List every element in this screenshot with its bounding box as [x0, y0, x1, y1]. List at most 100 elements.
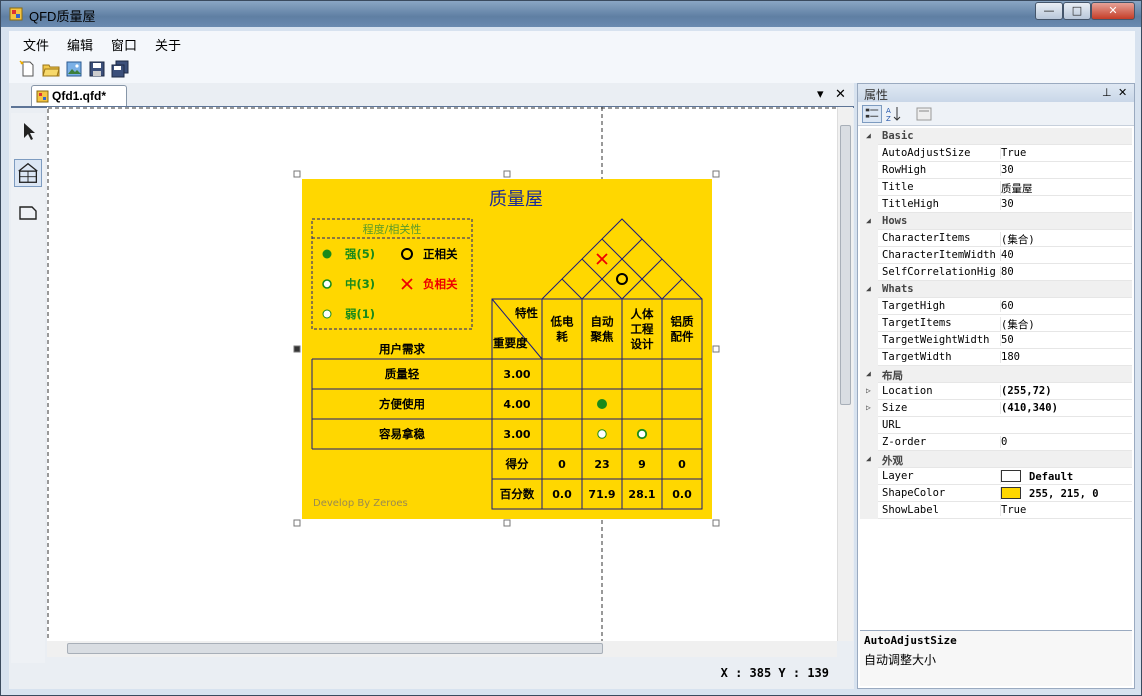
property-value[interactable]: True [1000, 147, 1026, 159]
properties-title: 属性 [864, 88, 889, 102]
legend-weak-icon [322, 309, 332, 319]
property-category[interactable]: ◢ Hows [860, 213, 1132, 230]
handle [712, 170, 720, 178]
legend-medium-icon [322, 279, 332, 289]
property-value[interactable]: (410,340) [1000, 402, 1058, 414]
title-bar[interactable]: QFD质量屋 — □ ✕ [1, 1, 1141, 27]
characteristic-label: 耗 [556, 330, 568, 344]
property-row[interactable]: TargetHigh 60 [860, 298, 1132, 315]
percent-value: 28.1 [628, 488, 655, 501]
menu-file[interactable]: 文件 [23, 35, 49, 54]
property-row[interactable]: ShowLabel True [860, 502, 1132, 519]
property-value[interactable]: 180 [1000, 351, 1020, 363]
property-value[interactable]: 40 [1000, 249, 1014, 261]
expand-icon[interactable]: ▷ [866, 403, 871, 412]
pin-icon[interactable]: ⊥ [1102, 86, 1112, 99]
image-icon[interactable] [65, 60, 83, 78]
collapse-icon[interactable]: ◢ [866, 216, 871, 225]
property-value[interactable]: Default [1000, 470, 1073, 483]
weak-mark [597, 429, 607, 439]
handle [503, 170, 511, 178]
menu-about[interactable]: 关于 [155, 35, 181, 54]
collapse-icon[interactable]: ◢ [866, 131, 871, 140]
property-value[interactable]: 60 [1000, 300, 1014, 312]
hscroll-thumb[interactable] [67, 643, 603, 654]
row-gutter [860, 468, 878, 485]
property-row[interactable]: CharacterItemWidth 40 [860, 247, 1132, 264]
property-value[interactable]: 255, 215, 0 [1000, 487, 1099, 500]
expand-icon[interactable]: ▷ [866, 386, 871, 395]
row-gutter [860, 162, 878, 179]
collapse-icon[interactable]: ◢ [866, 454, 871, 463]
property-row[interactable]: TitleHigh 30 [860, 196, 1132, 213]
app-window: QFD质量屋 — □ ✕ 文件 编辑 窗口 关于 Qfd1.qfd* ▾ ✕ 质… [0, 0, 1142, 696]
save-icon[interactable] [88, 60, 106, 78]
pointer-tool-icon[interactable] [14, 117, 42, 145]
property-value[interactable]: (集合) [1000, 317, 1035, 332]
property-row[interactable]: ▷ Location (255,72) [860, 383, 1132, 400]
property-value[interactable]: (255,72) [1000, 385, 1052, 397]
maximize-button[interactable]: □ [1063, 2, 1091, 20]
document-tab[interactable]: Qfd1.qfd* [31, 85, 127, 107]
open-icon[interactable] [42, 60, 60, 78]
property-name: 外观 [882, 455, 903, 467]
property-value[interactable]: (集合) [1000, 232, 1035, 247]
collapse-icon[interactable]: ◢ [866, 284, 871, 293]
row-gutter [860, 264, 878, 281]
property-category[interactable]: ◢ 外观 [860, 451, 1132, 468]
menu-window[interactable]: 窗口 [111, 35, 137, 54]
row-gutter [860, 434, 878, 451]
properties-toolbar: AZ [858, 102, 1134, 126]
row-gutter [860, 247, 878, 264]
property-row[interactable]: TargetWidth 180 [860, 349, 1132, 366]
vscroll-thumb[interactable] [840, 125, 851, 405]
design-canvas[interactable]: 质量屋 程度/相关性 强(5) 中(3) 弱(1) 正相关 负相关 特性 重要度… [47, 107, 847, 641]
property-category[interactable]: ◢ Basic [860, 128, 1132, 145]
tab-dropdown-button[interactable]: ▾ [817, 87, 824, 102]
property-category[interactable]: ◢ 布局 [860, 366, 1132, 383]
property-value[interactable]: 30 [1000, 198, 1014, 210]
save-all-icon[interactable] [111, 60, 129, 78]
svg-text:A: A [886, 107, 891, 115]
property-pages-icon[interactable] [914, 105, 934, 123]
header-characteristic: 特性 [515, 306, 538, 320]
property-row[interactable]: ▷ Size (410,340) [860, 400, 1132, 417]
horizontal-scrollbar[interactable] [47, 641, 837, 657]
close-button[interactable]: ✕ [1091, 2, 1135, 20]
property-row[interactable]: Title 质量屋 [860, 179, 1132, 196]
property-value[interactable]: 30 [1000, 164, 1014, 176]
new-icon[interactable] [19, 60, 37, 78]
property-row[interactable]: AutoAdjustSize True [860, 145, 1132, 162]
row-gutter [860, 502, 878, 519]
vertical-scrollbar[interactable] [837, 107, 853, 641]
minimize-button[interactable]: — [1035, 2, 1063, 20]
property-grid: ◢ Basic AutoAdjustSize True RowHigh 30 Title 质量… [860, 128, 1132, 628]
house-tool-icon[interactable] [14, 159, 42, 187]
property-row[interactable]: URL [860, 417, 1132, 434]
tool-palette [11, 113, 45, 663]
property-row[interactable]: ShapeColor 255, 215, 0 [860, 485, 1132, 502]
alphabetical-icon[interactable]: AZ [884, 105, 904, 123]
panel-close-icon[interactable]: ✕ [1118, 86, 1127, 99]
property-value[interactable]: 质量屋 [1000, 181, 1033, 196]
property-row[interactable]: CharacterItems (集合) [860, 230, 1132, 247]
tab-close-button[interactable]: ✕ [835, 87, 846, 102]
property-row[interactable]: Layer Default [860, 468, 1132, 485]
property-row[interactable]: TargetWeightWidth 50 [860, 332, 1132, 349]
strong-mark [597, 399, 607, 409]
collapse-icon[interactable]: ◢ [866, 369, 871, 378]
property-value[interactable]: True [1000, 504, 1026, 516]
qfd-title: 质量屋 [489, 189, 543, 210]
handle [503, 519, 511, 527]
property-row[interactable]: SelfCorrelationHigh 80 [860, 264, 1132, 281]
menu-edit[interactable]: 编辑 [67, 35, 93, 54]
property-category[interactable]: ◢ Whats [860, 281, 1132, 298]
property-value[interactable]: 50 [1000, 334, 1014, 346]
property-row[interactable]: TargetItems (集合) [860, 315, 1132, 332]
property-value[interactable]: 80 [1000, 266, 1014, 278]
property-value[interactable]: 0 [1000, 436, 1007, 448]
shape-tool-icon[interactable] [14, 199, 42, 227]
property-row[interactable]: RowHigh 30 [860, 162, 1132, 179]
categorized-icon[interactable] [862, 105, 882, 123]
property-row[interactable]: Z-order 0 [860, 434, 1132, 451]
